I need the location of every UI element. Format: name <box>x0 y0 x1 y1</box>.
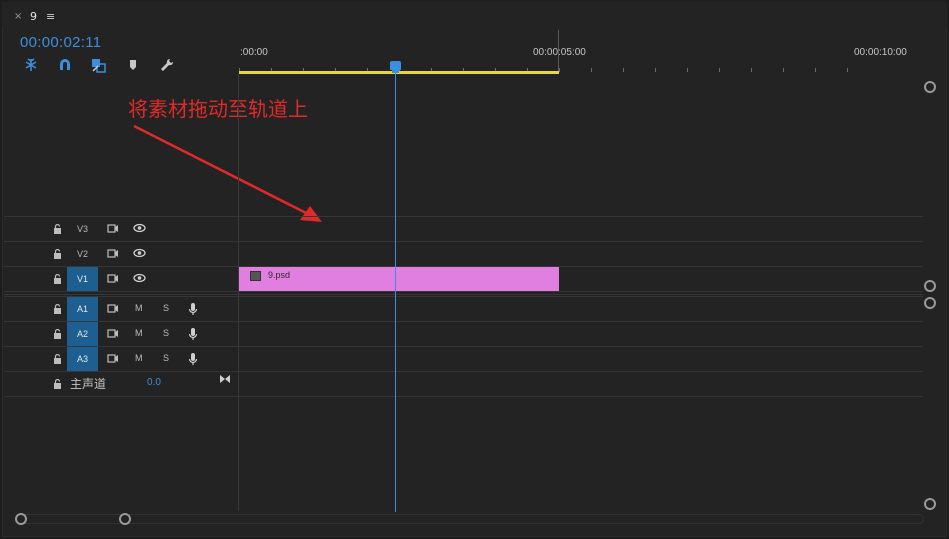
ruler-tick <box>623 68 624 72</box>
ruler-tick <box>591 68 592 72</box>
track-row-v3[interactable]: V3 <box>4 216 923 241</box>
mute-button[interactable]: M <box>135 328 143 338</box>
bowtie-icon[interactable] <box>219 374 231 384</box>
panel-menu-icon[interactable]: ≡ <box>46 10 55 23</box>
solo-button[interactable]: S <box>163 328 169 338</box>
solo-button[interactable]: S <box>163 303 169 313</box>
wrench-settings-icon[interactable] <box>158 57 176 73</box>
linked-selection-icon[interactable] <box>90 57 108 73</box>
track-row-a1[interactable]: A1 M S <box>4 296 923 321</box>
sequence-tab[interactable]: 9 <box>30 10 37 23</box>
ruler-tick <box>783 68 784 72</box>
lock-icon[interactable] <box>53 379 62 389</box>
playhead-handle[interactable] <box>390 61 401 70</box>
microphone-icon[interactable] <box>188 327 198 341</box>
ruler-tick <box>559 68 560 72</box>
magnet-snap-icon[interactable] <box>56 57 74 73</box>
lock-icon[interactable] <box>53 249 62 259</box>
ruler-tick <box>751 68 752 72</box>
close-tab-icon[interactable]: × <box>14 11 22 22</box>
sync-lock-icon[interactable] <box>107 223 119 234</box>
track-name-a1[interactable]: A1 <box>67 297 98 321</box>
audio-scroll-top-knob[interactable] <box>924 297 936 309</box>
video-scroll-top-knob[interactable] <box>924 81 936 93</box>
track-header: 主声道 0.0 <box>4 372 238 396</box>
track-name-v3[interactable]: V3 <box>67 217 98 241</box>
lock-icon[interactable] <box>53 329 62 339</box>
track-name-v1[interactable]: V1 <box>67 267 98 291</box>
ruler-label: 00:00:10:00 <box>854 47 907 58</box>
ruler-major-tick <box>558 30 559 72</box>
track-header-separator <box>238 74 239 511</box>
master-track-label: 主声道 <box>70 377 107 391</box>
mute-button[interactable]: M <box>135 303 143 313</box>
track-header: V2 <box>4 242 238 266</box>
snap-insert-nest-icon[interactable] <box>22 57 40 73</box>
clip-image-icon <box>250 271 261 281</box>
track-row-a2[interactable]: A2 M S <box>4 321 923 346</box>
video-audio-divider <box>4 294 923 295</box>
add-marker-icon[interactable] <box>124 57 142 73</box>
track-name-v2[interactable]: V2 <box>67 242 98 266</box>
track-header: A3 M S <box>4 347 238 371</box>
ruler-tick <box>655 68 656 72</box>
video-audio-divider[interactable] <box>4 291 923 292</box>
sync-lock-icon[interactable] <box>107 248 119 259</box>
video-scroll-bottom-knob[interactable] <box>924 280 936 292</box>
track-row-v2[interactable]: V2 <box>4 241 923 266</box>
instruction-annotation: 将素材拖动至轨道上 <box>128 97 308 121</box>
eye-icon[interactable] <box>133 223 146 233</box>
annotation-arrow <box>133 124 322 222</box>
playhead-line[interactable] <box>395 70 396 512</box>
time-ruler[interactable]: :00:00 00:00:05:00 00:00:10:00 <box>239 30 923 74</box>
zoom-scroll-right-knob[interactable] <box>119 513 131 525</box>
track-row-a3[interactable]: A3 M S <box>4 346 923 371</box>
solo-button[interactable]: S <box>163 353 169 363</box>
ruler-label: 00:00:05:00 <box>533 47 586 58</box>
sync-lock-icon[interactable] <box>107 328 119 339</box>
track-header: V3 <box>4 217 238 241</box>
track-row-master[interactable]: 主声道 0.0 <box>4 371 923 396</box>
sync-lock-icon[interactable] <box>107 353 119 364</box>
track-name-a2[interactable]: A2 <box>67 322 98 346</box>
eye-icon[interactable] <box>133 248 146 258</box>
microphone-icon[interactable] <box>188 302 198 316</box>
sync-lock-icon[interactable] <box>107 273 119 284</box>
horizontal-scrollbar[interactable] <box>18 514 924 524</box>
lock-icon[interactable] <box>53 304 62 314</box>
track-header: A1 M S <box>4 297 238 321</box>
clip-label: 9.psd <box>268 270 291 280</box>
master-volume-value[interactable]: 0.0 <box>147 377 161 388</box>
work-area-bar[interactable] <box>239 71 559 74</box>
ruler-tick <box>847 68 848 72</box>
track-name-a3[interactable]: A3 <box>67 347 98 371</box>
track-divider <box>4 396 923 397</box>
ruler-tick <box>687 68 688 72</box>
lock-icon[interactable] <box>53 354 62 364</box>
microphone-icon[interactable] <box>188 352 198 366</box>
eye-icon[interactable] <box>133 273 146 283</box>
track-header: A2 M S <box>4 322 238 346</box>
clip-9-psd[interactable]: 9.psd <box>239 267 559 291</box>
lock-icon[interactable] <box>53 274 62 284</box>
ruler-tick <box>815 68 816 72</box>
sync-lock-icon[interactable] <box>107 303 119 314</box>
track-header: V1 <box>4 267 238 291</box>
ruler-tick <box>719 68 720 72</box>
playhead-timecode[interactable]: 00:00:02:11 <box>20 34 101 51</box>
ruler-label: :00:00 <box>240 47 268 58</box>
audio-scroll-bottom-knob[interactable] <box>924 498 936 510</box>
zoom-scroll-left-knob[interactable] <box>15 513 27 525</box>
panel-tab-bar: × 9 ≡ <box>2 2 947 28</box>
lock-icon[interactable] <box>53 224 62 234</box>
mute-button[interactable]: M <box>135 353 143 363</box>
